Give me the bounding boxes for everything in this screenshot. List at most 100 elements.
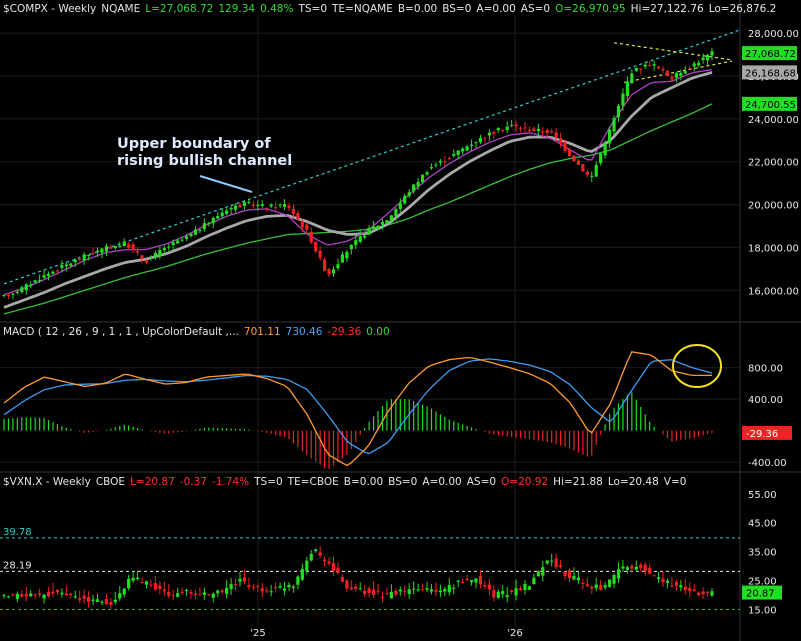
vxn-change: -0.37 [179,476,207,488]
price-candle-body [648,65,652,67]
vxn-v: V=0 [663,476,687,488]
price-a: A=0.00 [476,3,516,15]
price-candle-body [233,205,238,210]
vxn-header: $VXN.X - Weekly CBOE L=20.87 -0.37 -1.74% TS=… [3,476,691,488]
price-candle-body [701,57,705,61]
price-candle-body [710,51,714,56]
vxn-candle-body [376,590,380,592]
price-candle-body [345,251,349,259]
vxn-candle-body [398,589,402,592]
price-candle-body [532,128,536,131]
macd-tag-label: 800.00 [748,364,783,375]
vxn-hi: Hi=21.88 [553,476,603,488]
price-candle-body [269,204,273,207]
price-pct: 0.48% [260,3,294,15]
vxn-candle-body [247,585,251,587]
vxn-candle-body [710,591,714,596]
vxn-lo: Lo=20.48 [607,476,659,488]
price-tick-label: 16,000.00 [748,286,799,297]
vxn-candle-body [64,593,68,596]
price-candle-body [64,264,68,267]
vxn-candle-body [425,588,429,590]
macd-hist-value: -29.36 [327,326,362,338]
vxn-candle-body [550,560,554,562]
vxn-candle-body [465,578,469,580]
vxn-candle-body [514,588,518,596]
vxn-tick-label: 45.00 [748,519,777,530]
vxn-candle-body [576,577,581,581]
price-candle-body [278,204,282,206]
price-candle-body [398,202,402,209]
price-candle-body [688,68,692,70]
price-candle-body [518,128,523,130]
vxn-pct: -1.74% [211,476,250,488]
vxn-candle-body [656,577,661,579]
price-candle-body [487,132,491,136]
price-candle-body [180,239,184,241]
vxn-candle-body [469,580,474,583]
price-candle-body [527,129,532,132]
vxn-candle-body [2,595,6,597]
macd-label: MACD ( 12 , 26 , 9 , 1 , 1 , UpColorDefa… [3,326,239,338]
price-candle-body [541,131,545,133]
price-tick-label: 24,000.00 [748,115,799,126]
price-candle-body [135,250,140,253]
wedge-top-line [613,42,733,61]
vxn-candle-body [318,552,322,556]
vxn-candle-body [229,583,233,590]
vxn-candle-body [135,577,140,580]
vxn-candle-body [523,583,527,590]
price-candle-body [385,220,389,224]
vxn-symbol: $VXN.X - Weekly [3,476,91,488]
vxn-candle-body [216,590,220,594]
price-candle-body [665,70,670,76]
price-candle-body [429,167,434,169]
price-candle-body [501,129,505,131]
price-candle-body [60,265,64,268]
vxn-candle-body [305,560,309,572]
price-candle-body [229,207,233,210]
price-candle-body [452,153,456,156]
vxn-candle-body [643,564,647,572]
price-tag-label: 24,700.55 [745,100,796,111]
price-candle-body [340,254,345,263]
price-candle-body [162,247,166,251]
price-candle-body [679,72,683,76]
vxn-candle-body [420,589,425,591]
vxn-candle-body [349,587,353,589]
vxn-candle-body [639,564,643,569]
price-candle-body [483,137,487,139]
price-candle-body [256,204,260,206]
price-candle-body [198,229,202,231]
vxn-candle-body [300,568,304,580]
price-tick-label: 28,000.00 [748,29,799,40]
price-candle-body [38,280,42,282]
price-candle-body [225,210,229,214]
price-candle-body [140,255,144,259]
vxn-candle-body [184,590,189,592]
vxn-candle-body [265,590,269,592]
price-bs: BS=0 [442,3,472,15]
price-candle-body [11,293,15,295]
price-candle-body [634,67,638,71]
price-tag-label: 27,068.72 [745,49,796,60]
price-candle-body [202,223,206,230]
price-candle-body [425,172,429,175]
vxn-candle-body [269,591,273,593]
vxn-candle-body [648,567,652,574]
vxn-level-label: 28.19 [3,560,32,571]
vxn-candle-body [563,571,567,576]
vxn-candle-body [69,593,73,596]
vxn-candle-body [314,549,318,552]
price-candle-body [514,124,518,127]
vxn-candle-body [113,599,117,603]
vxn-candle-body [87,596,91,602]
vxn-candle-body [15,593,19,599]
vxn-tick-label: 15.00 [748,606,777,617]
ma10-line [3,68,713,296]
price-candle-body [639,68,643,70]
vxn-candle-body [674,581,678,586]
vxn-candle-body [661,578,665,583]
price-candle-body [6,295,11,297]
vxn-candle-body [567,570,572,579]
